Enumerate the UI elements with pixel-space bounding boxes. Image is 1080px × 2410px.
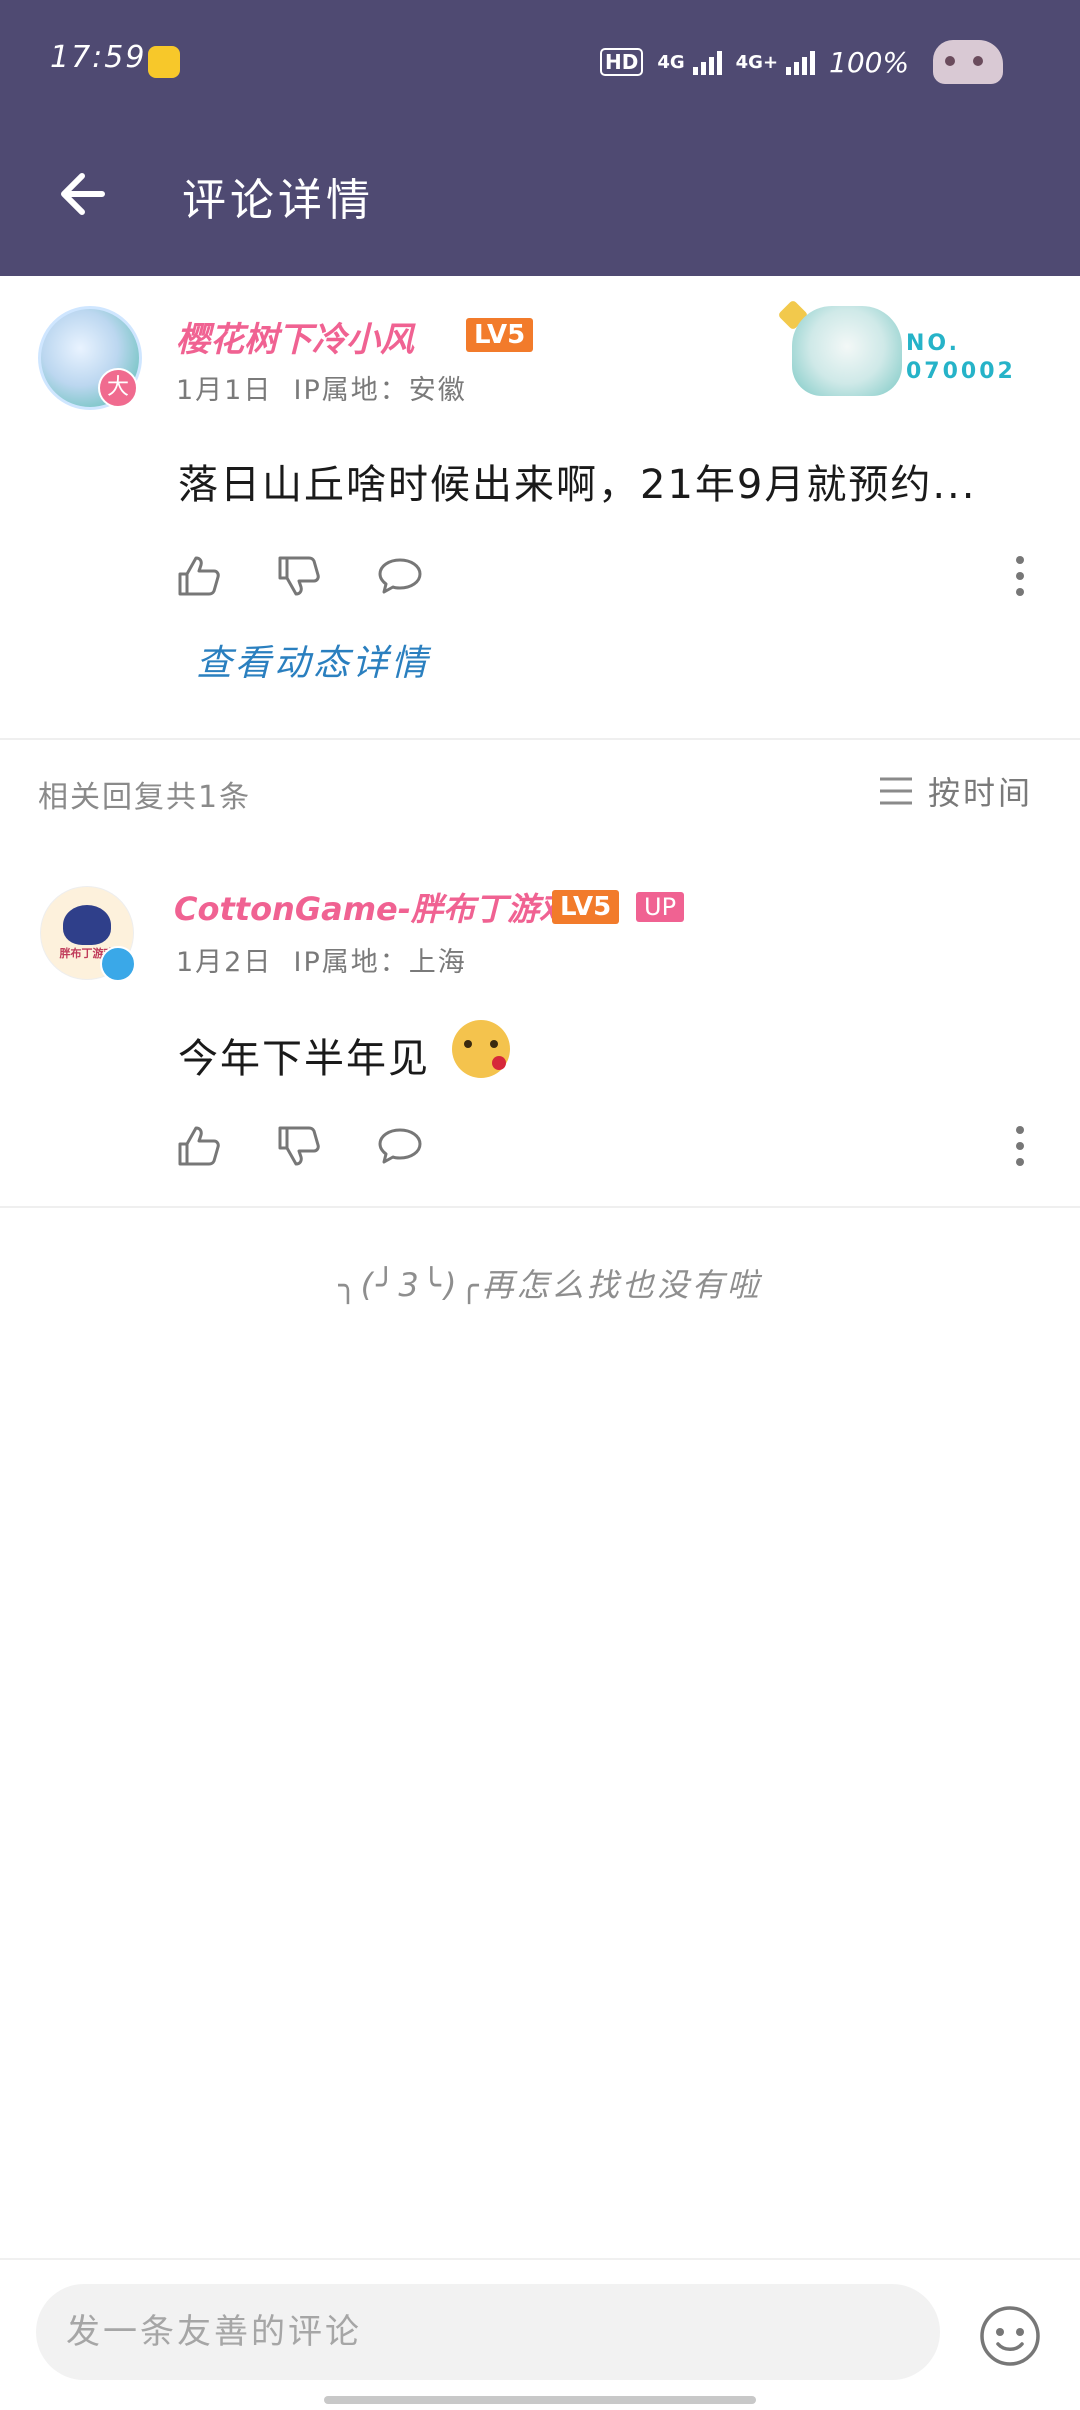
like-icon[interactable] [174, 552, 222, 600]
comment-text: 落日山丘啥时候出来啊，21年9月就预约... [178, 462, 977, 508]
emoji-icon[interactable] [978, 2304, 1042, 2368]
status-bar: 17:59 HD 4G 4G+ 100% [0, 0, 1080, 120]
reply-text: 今年下半年见 [178, 1036, 430, 1082]
comment-bar [0, 2258, 1080, 2410]
topbar: 评论详情 [0, 140, 1080, 240]
reply-more-options-icon[interactable] [1010, 1122, 1030, 1170]
comment-date: 1月1日 [176, 375, 273, 406]
reply-dislike-icon[interactable] [274, 1122, 322, 1170]
status-time: 17:59 [50, 40, 147, 75]
end-of-list-text: ╮(╯3╰)╭再怎么找也没有啦 [338, 1266, 762, 1304]
sort-button[interactable]: 按时间 [878, 766, 1033, 816]
reply-username[interactable]: CottonGame-胖布丁游戏 [174, 884, 571, 930]
ip-location: IP属地：安徽 [293, 375, 467, 406]
sort-lines-icon [880, 777, 912, 805]
fan-card[interactable]: NO. 070002 [777, 299, 1022, 400]
reply-ip-location: IP属地：上海 [293, 947, 467, 978]
fan-card-number: NO. 070002 [906, 331, 1016, 384]
battery-percent: 100% [829, 45, 910, 79]
username[interactable]: 樱花树下冷小风 [176, 312, 414, 361]
hd-icon: HD [600, 48, 644, 76]
section-divider [0, 738, 1080, 740]
status-icons: HD 4G 4G+ 100% [600, 40, 1004, 84]
avatar-mascot [63, 905, 111, 945]
reply-date: 1月2日 [176, 947, 273, 978]
comment-meta: 1月1日 IP属地：安徽 [176, 368, 467, 407]
doge-emoji-icon [452, 1020, 510, 1078]
reply-like-icon[interactable] [174, 1122, 222, 1170]
signal-icon-2 [786, 49, 816, 75]
reply-count: 相关回复共1条 [38, 780, 252, 815]
up-badge: UP [636, 892, 685, 922]
reply-comment-icon[interactable] [376, 1122, 424, 1170]
avatar-badge: 大 [98, 368, 138, 408]
app-notification-icon [148, 46, 180, 78]
network-4g-plus-label: 4G+ [735, 51, 779, 73]
reply-level-badge: LV5 [552, 890, 620, 924]
reply-meta: 1月2日 IP属地：上海 [176, 940, 467, 979]
verified-icon [100, 946, 136, 982]
signal-icon [692, 49, 722, 75]
home-indicator[interactable] [324, 2396, 756, 2404]
page-title: 评论详情 [182, 175, 374, 226]
back-arrow-icon[interactable] [52, 162, 116, 226]
battery-mascot-icon [933, 40, 1004, 84]
sort-label: 按时间 [928, 774, 1034, 812]
more-options-icon[interactable] [1010, 552, 1030, 600]
header: 17:59 HD 4G 4G+ 100% 评论详情 [0, 0, 1080, 276]
dislike-icon[interactable] [274, 552, 322, 600]
level-badge: LV5 [466, 318, 534, 352]
network-4g-label: 4G [657, 51, 685, 73]
fan-card-image [792, 306, 902, 396]
reply-icon[interactable] [376, 552, 424, 600]
comment-input[interactable] [36, 2284, 940, 2380]
reply-divider [0, 1206, 1080, 1208]
view-dynamic-link[interactable]: 查看动态详情 [196, 634, 430, 686]
